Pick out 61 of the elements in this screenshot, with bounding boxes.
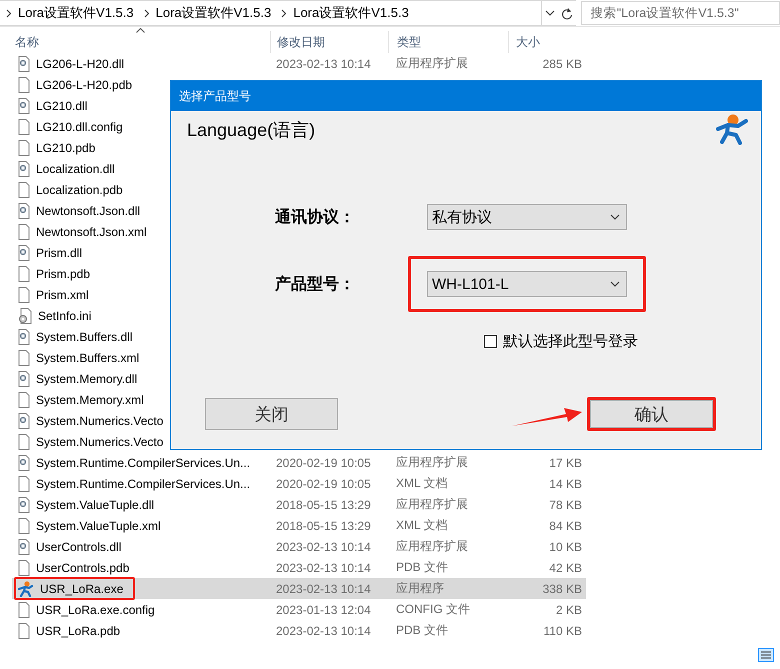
file-name: System.Runtime.CompilerServices.Un... <box>36 476 250 490</box>
file-name: SetInfo.ini <box>38 308 92 322</box>
file-size: 42 KB <box>548 560 583 574</box>
file-date: 2023-02-13 10:14 <box>275 582 372 596</box>
file-size: 285 KB <box>542 56 583 70</box>
file-type: 应用程序扩展 <box>395 496 469 513</box>
file-name: System.Buffers.dll <box>36 330 132 344</box>
field-label: 通讯协议： <box>275 206 356 228</box>
file-type: XML 文档 <box>395 517 449 534</box>
file-name: LG210.dll.config <box>36 120 123 134</box>
file-name: System.Runtime.CompilerServices.Un... <box>36 456 250 470</box>
file-name: UserControls.dll <box>36 540 122 554</box>
file-name: LG210.dll <box>36 98 88 112</box>
file-type: XML 文档 <box>395 475 449 492</box>
file-name: USR_LoRa.pdb <box>36 624 120 638</box>
file-name: LG206-L-H20.dll <box>36 56 124 70</box>
file-name: System.Numerics.Vecto <box>36 414 164 428</box>
file-name: Prism.dll <box>36 246 82 260</box>
file-date: 2023-02-13 10:14 <box>275 624 372 638</box>
file-name: System.Memory.xml <box>36 392 144 406</box>
file-name: Newtonsoft.Json.dll <box>36 204 140 218</box>
file-size: 17 KB <box>548 456 583 470</box>
file-date: 2023-02-13 10:14 <box>275 540 372 554</box>
file-size: 84 KB <box>548 518 583 532</box>
file-name: Localization.pdb <box>36 182 123 196</box>
file-name: System.Memory.dll <box>36 372 138 386</box>
file-name: System.Buffers.xml <box>36 350 140 364</box>
file-type: 应用程序扩展 <box>395 55 469 72</box>
file-date: 2023-01-13 12:04 <box>275 602 372 616</box>
file-size: 338 KB <box>542 582 583 596</box>
file-type: 应用程序 <box>395 580 445 597</box>
file-date: 2020-02-19 10:05 <box>275 456 372 470</box>
file-name: Localization.dll <box>36 162 115 176</box>
file-size: 2 KB <box>554 602 583 616</box>
file-type: PDB 文件 <box>395 622 450 639</box>
file-date: 2018-05-15 13:29 <box>275 498 372 512</box>
file-size: 110 KB <box>542 624 583 638</box>
file-date: 2018-05-15 13:29 <box>275 518 372 532</box>
file-size: 78 KB <box>548 498 583 512</box>
file-name: LG206-L-H20.pdb <box>36 78 132 92</box>
file-type: 应用程序扩展 <box>395 454 469 471</box>
file-name: System.Numerics.Vecto <box>36 434 164 448</box>
file-size: 14 KB <box>548 476 583 490</box>
file-name: System.ValueTuple.xml <box>36 518 161 532</box>
field-label: 产品型号： <box>275 274 356 294</box>
file-name: Prism.pdb <box>36 266 90 280</box>
file-date: 2023-02-13 10:14 <box>275 560 372 574</box>
file-type: 应用程序扩展 <box>395 538 469 555</box>
file-name: System.ValueTuple.dll <box>36 498 154 512</box>
dialog-title: 选择产品型号 <box>179 88 251 104</box>
file-name: LG210.pdb <box>36 140 96 154</box>
file-date: 2023-02-13 10:14 <box>275 56 372 70</box>
file-name: UserControls.pdb <box>36 560 130 574</box>
file-name: USR_LoRa.exe <box>40 582 124 596</box>
file-date: 2020-02-19 10:05 <box>275 476 372 490</box>
file-name: Newtonsoft.Json.xml <box>36 224 147 238</box>
file-name: Prism.xml <box>36 288 89 302</box>
file-type: CONFIG 文件 <box>395 601 471 618</box>
file-name: USR_LoRa.exe.config <box>36 602 155 616</box>
file-size: 10 KB <box>548 540 583 554</box>
file-type: PDB 文件 <box>395 559 450 576</box>
